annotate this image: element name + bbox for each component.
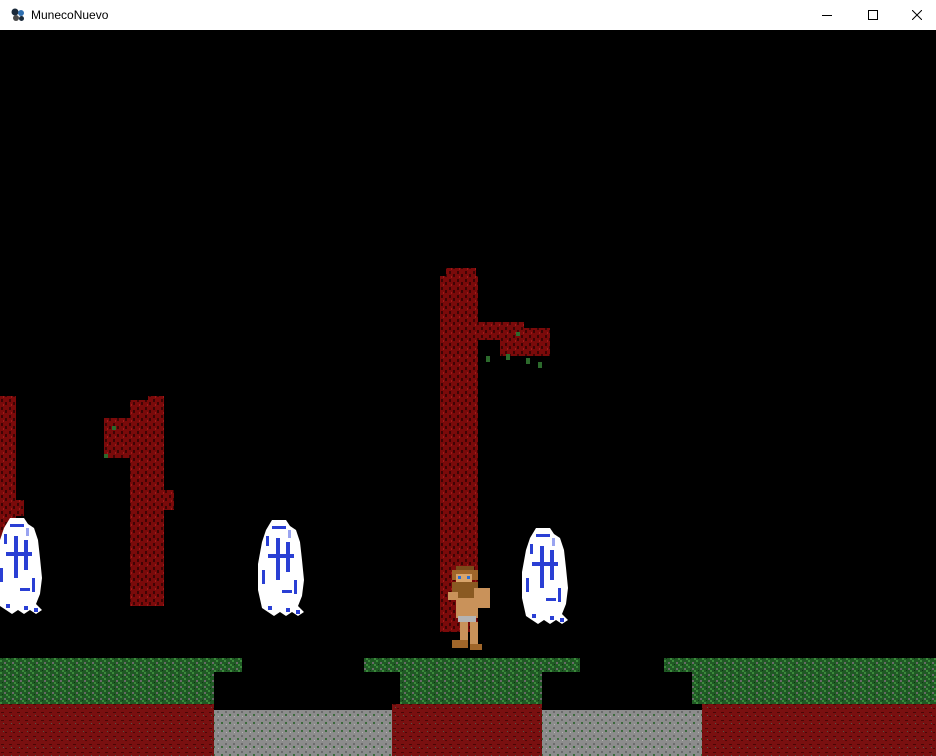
maximize-icon (868, 10, 878, 20)
minimize-button[interactable] (804, 0, 850, 30)
title-bar: MunecoNuevo (0, 0, 936, 31)
minimize-icon (822, 15, 832, 16)
ground-platform (664, 658, 936, 756)
stone-pit (214, 710, 394, 756)
stone-pit (542, 710, 702, 756)
dead-tree (104, 396, 174, 606)
ground-platform (0, 658, 242, 756)
ghost-enemy (258, 520, 304, 616)
game-scene (0, 268, 936, 756)
ghost-enemy (0, 518, 42, 614)
ghost-enemy (522, 528, 568, 624)
window-title: MunecoNuevo (31, 8, 109, 22)
close-button[interactable] (894, 0, 936, 30)
close-icon (912, 10, 922, 20)
app-icon (11, 8, 24, 21)
maximize-button[interactable] (850, 0, 896, 30)
game-viewport[interactable] (0, 30, 936, 756)
